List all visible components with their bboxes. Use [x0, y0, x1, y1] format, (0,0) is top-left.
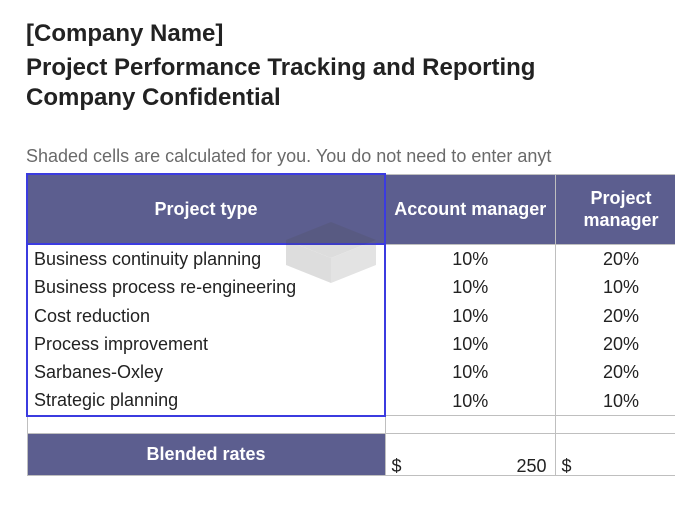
- table-row: Business process re-engineering 10% 10%: [27, 273, 675, 301]
- project-rates-table: Project type Account manager Project man…: [26, 173, 675, 476]
- cell-project-type[interactable]: Strategic planning: [27, 386, 385, 415]
- table-row: Cost reduction 10% 20%: [27, 302, 675, 330]
- currency-symbol: $: [392, 454, 402, 478]
- blended-rate-account-manager: $ 250: [385, 434, 555, 475]
- cell-project-type[interactable]: Sarbanes-Oxley: [27, 358, 385, 386]
- cell-account-manager[interactable]: 10%: [385, 330, 555, 358]
- confidential-label: Company Confidential: [26, 84, 655, 112]
- cell-account-manager[interactable]: 10%: [385, 358, 555, 386]
- cell-project-type[interactable]: Business continuity planning: [27, 244, 385, 273]
- cell-account-manager[interactable]: 10%: [385, 273, 555, 301]
- table-row: Sarbanes-Oxley 10% 20%: [27, 358, 675, 386]
- table-row: Process improvement 10% 20%: [27, 330, 675, 358]
- cell-project-type[interactable]: Cost reduction: [27, 302, 385, 330]
- blended-rate-project-manager: $: [555, 434, 675, 475]
- cell-account-manager[interactable]: 10%: [385, 302, 555, 330]
- cell-account-manager[interactable]: 10%: [385, 244, 555, 273]
- cell-project-manager[interactable]: 20%: [555, 358, 675, 386]
- blended-rates-label: Blended rates: [27, 434, 385, 475]
- col-header-account-manager: Account manager: [385, 174, 555, 244]
- currency-symbol: $: [562, 454, 572, 478]
- cell-project-manager[interactable]: 20%: [555, 330, 675, 358]
- col-header-project-manager: Project manager: [555, 174, 675, 244]
- rate-value: 250: [516, 454, 546, 478]
- table-row: Strategic planning 10% 10%: [27, 386, 675, 415]
- cell-project-manager[interactable]: 20%: [555, 244, 675, 273]
- instruction-text: Shaded cells are calculated for you. You…: [26, 146, 655, 167]
- cell-account-manager[interactable]: 10%: [385, 386, 555, 415]
- blended-rates-row: Blended rates $ 250 $: [27, 434, 675, 475]
- cell-project-manager[interactable]: 10%: [555, 386, 675, 415]
- table-row: Business continuity planning 10% 20%: [27, 244, 675, 273]
- cell-project-type[interactable]: Business process re-engineering: [27, 273, 385, 301]
- company-name: [Company Name]: [26, 20, 655, 48]
- cell-project-manager[interactable]: 10%: [555, 273, 675, 301]
- page-title: Project Performance Tracking and Reporti…: [26, 54, 655, 82]
- col-header-project-type: Project type: [27, 174, 385, 244]
- cell-project-manager[interactable]: 20%: [555, 302, 675, 330]
- cell-project-type[interactable]: Process improvement: [27, 330, 385, 358]
- table-spacer-row: [27, 416, 675, 434]
